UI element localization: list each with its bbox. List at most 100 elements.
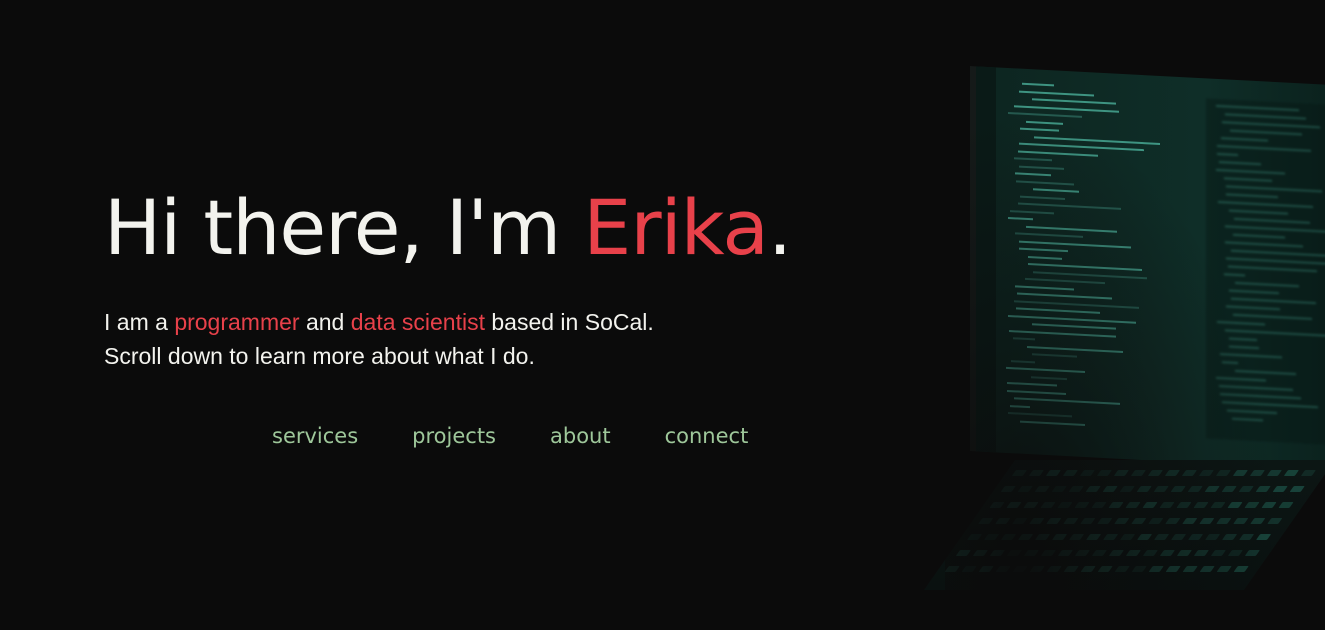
code-line: [1014, 157, 1052, 162]
code-line: [1008, 411, 1072, 418]
code-line: [1016, 307, 1100, 314]
keyboard-key: [1261, 502, 1277, 508]
keyboard-key: [1215, 470, 1231, 476]
code-line: [1018, 150, 1098, 157]
keyboard-key: [1063, 566, 1079, 572]
intro-part1: I am a: [104, 309, 175, 335]
keyboard-key: [1238, 534, 1255, 540]
keyboard-key: [1300, 470, 1316, 476]
keyboard-key: [1012, 518, 1028, 524]
minimap-line: [1220, 353, 1282, 359]
keyboard-key: [972, 550, 988, 556]
minimap-line: [1231, 297, 1316, 305]
editor-activity-bar: [976, 66, 996, 453]
code-line: [1006, 366, 1085, 374]
keyboard-key: [1238, 486, 1254, 492]
minimap-line: [1226, 185, 1322, 193]
code-line: [1010, 209, 1054, 214]
keyboard-key: [1267, 518, 1283, 524]
keyboard-key: [1136, 534, 1153, 540]
code-line: [1019, 142, 1144, 152]
keyboard-key: [1125, 502, 1141, 508]
keyboard-key: [1216, 518, 1232, 524]
keyboard-key: [1233, 566, 1249, 572]
code-line: [1014, 104, 1119, 113]
code-line: [1007, 389, 1066, 395]
keyboard-key: [1153, 534, 1170, 540]
keyboard-key: [1079, 470, 1095, 476]
keyboard-key: [1289, 486, 1305, 492]
keyboard-key: [1114, 566, 1130, 572]
code-line: [1025, 277, 1105, 285]
minimap-line: [1228, 265, 1317, 273]
code-line: [1033, 188, 1079, 193]
code-line: [1008, 216, 1033, 221]
code-line: [1032, 353, 1077, 358]
keyboard-key: [1029, 566, 1045, 572]
keyboard-key: [1221, 534, 1238, 540]
minimap-line: [1235, 369, 1296, 376]
minimap-line: [1226, 305, 1280, 311]
minimap-line: [1225, 329, 1325, 337]
keyboard-key: [1255, 534, 1272, 540]
code-line: [1020, 195, 1065, 200]
minimap-line: [1216, 168, 1285, 175]
code-line: [1008, 111, 1082, 118]
keyboard-key: [1131, 566, 1147, 572]
keyboard-key: [1182, 566, 1198, 572]
nav-link-projects[interactable]: projects: [412, 420, 496, 452]
keyboard-key: [1233, 518, 1249, 524]
code-line: [1026, 225, 1117, 233]
keyboard-key: [1227, 502, 1243, 508]
keyboard-key: [1096, 470, 1112, 476]
keyboard-key: [1159, 550, 1175, 556]
keyboard-key: [1119, 486, 1135, 492]
keyboard-key: [1210, 502, 1226, 508]
keyboard-key: [1045, 470, 1061, 476]
keyboard-key: [955, 550, 971, 556]
minimap-line: [1218, 200, 1313, 208]
code-line: [1034, 135, 1160, 145]
keyboard-key: [983, 534, 1000, 540]
keyboard-key: [1159, 502, 1175, 508]
keyboard-key: [1006, 550, 1022, 556]
keyboard-key: [1187, 534, 1204, 540]
keyboard-key: [1040, 502, 1056, 508]
laptop-background-image: [923, 30, 1325, 630]
keyboard-key: [1017, 486, 1033, 492]
keyboard-key: [1000, 534, 1017, 540]
minimap-line: [1219, 161, 1261, 166]
code-line: [1028, 263, 1142, 272]
keyboard-key: [1142, 550, 1158, 556]
keyboard-key: [1266, 470, 1282, 476]
keyboard-key: [1091, 550, 1107, 556]
keyboard-key: [1097, 566, 1113, 572]
keyboard-key: [1250, 518, 1266, 524]
minimap-line: [1235, 281, 1299, 288]
keyboard-key: [1085, 486, 1101, 492]
code-line: [1019, 90, 1094, 96]
keyboard-key: [1193, 550, 1209, 556]
keyboard-key: [1000, 486, 1016, 492]
keyboard-key: [989, 550, 1005, 556]
nav-link-connect[interactable]: connect: [665, 420, 749, 452]
nav-link-services[interactable]: services: [272, 420, 358, 452]
keyboard-key: [989, 502, 1005, 508]
minimap-line: [1230, 129, 1302, 136]
minimap-line: [1225, 113, 1306, 120]
minimap-line: [1232, 417, 1263, 422]
code-line: [1027, 345, 1123, 353]
keyboard-key: [1153, 486, 1169, 492]
keyboard-key: [1051, 534, 1068, 540]
keyboard-key: [1006, 502, 1022, 508]
nav-link-about[interactable]: about: [550, 420, 611, 452]
code-line: [1017, 292, 1112, 300]
keyboard-key: [1204, 534, 1221, 540]
keyboard-key: [1147, 470, 1163, 476]
minimap-line: [1229, 289, 1279, 295]
keyboard-key: [1063, 518, 1079, 524]
keyboard-key: [1125, 550, 1141, 556]
keyboard-key: [1131, 518, 1147, 524]
keyboard-key: [1165, 566, 1181, 572]
minimap-line: [1217, 144, 1311, 152]
